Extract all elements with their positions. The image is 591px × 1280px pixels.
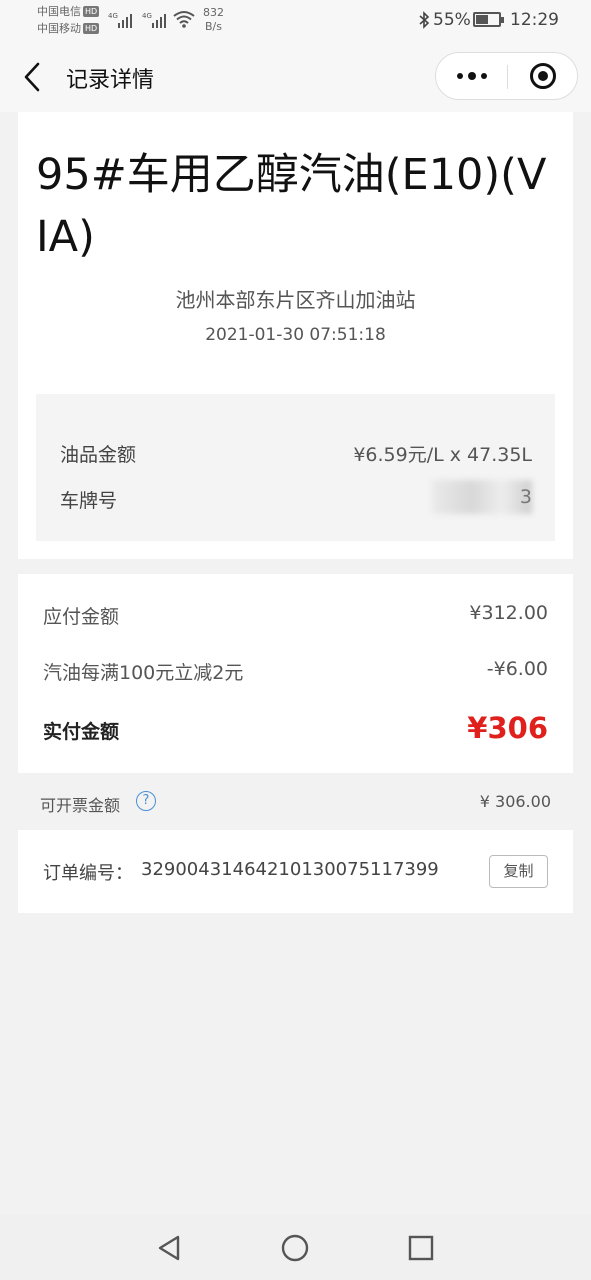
station-name: 池州本部东片区齐山加油站	[175, 288, 416, 312]
circle-home-icon[interactable]	[280, 1233, 310, 1263]
bluetooth-icon	[419, 11, 430, 29]
plate-label: 车牌号	[60, 490, 118, 512]
wifi-icon	[173, 11, 195, 28]
carrier-telecom-label: 中国电信	[37, 5, 81, 18]
net-speed: 832 B/s	[203, 6, 224, 34]
paid-value: ¥306	[467, 711, 548, 745]
signal-icon: 4G	[108, 10, 136, 28]
fuel-amount-value: ¥6.59元/L x 47.35L	[353, 444, 532, 466]
invoice-value: ¥ 306.00	[479, 792, 551, 811]
invoice-label: 可开票金额	[40, 796, 121, 815]
net-speed-unit: B/s	[205, 20, 222, 33]
payment-card: 应付金额 ¥312.00 汽油每满100元立减2元 -¥6.00 实付金额 ¥3…	[18, 574, 573, 773]
signal-type-label: 4G	[142, 12, 152, 20]
carrier-mobile-label: 中国移动	[37, 22, 81, 35]
signal-type-label: 4G	[108, 12, 118, 20]
page-title: 记录详情	[66, 68, 155, 93]
fuel-amount-label: 油品金额	[60, 444, 137, 466]
hd-badge: HD	[83, 23, 100, 34]
net-speed-value: 832	[203, 6, 224, 19]
chevron-left-icon[interactable]	[18, 60, 48, 94]
battery-fill	[476, 15, 488, 24]
target-close-icon[interactable]	[508, 53, 578, 99]
payable-row: 应付金额 ¥312.00	[43, 602, 548, 632]
plate-blurred	[432, 480, 532, 514]
discount-value: -¥6.00	[486, 658, 548, 680]
triangle-back-icon[interactable]	[154, 1233, 184, 1263]
signal-icon: 4G	[142, 10, 170, 28]
battery-percent: 55%	[433, 10, 471, 30]
square-recent-icon[interactable]	[406, 1233, 436, 1263]
record-datetime: 2021-01-30 07:51:18	[205, 325, 386, 345]
battery-icon	[473, 12, 504, 27]
carrier-mobile: 中国移动 HD	[37, 22, 100, 35]
discount-label: 汽油每满100元立减2元	[43, 662, 244, 684]
order-card: 订单编号： 32900431464210130075117399 复制	[18, 830, 573, 913]
copy-button[interactable]: 复制	[489, 855, 548, 888]
status-time: 12:29	[510, 10, 559, 30]
payable-value: ¥312.00	[469, 602, 548, 624]
payable-label: 应付金额	[43, 606, 120, 628]
nav-bar: 记录详情	[0, 40, 591, 112]
battery-tip	[501, 17, 504, 23]
order-number-label: 订单编号：	[43, 863, 133, 884]
plate-value: 3	[519, 486, 532, 508]
fuel-amount-row: 油品金额 ¥6.59元/L x 47.35L	[60, 440, 532, 470]
paid-label: 实付金额	[43, 721, 120, 743]
plate-row: 车牌号 3	[60, 480, 532, 516]
mini-program-capsule	[435, 52, 578, 100]
record-card: 95#车用乙醇汽油(E10)(VIA) 池州本部东片区齐山加油站 2021-01…	[18, 112, 573, 559]
system-nav-bar	[0, 1215, 591, 1280]
question-circle-icon[interactable]: ?	[136, 791, 156, 811]
discount-row: 汽油每满100元立减2元 -¥6.00	[43, 658, 548, 688]
invoice-row: 可开票金额 ? ¥ 306.00	[40, 790, 551, 816]
product-name: 95#车用乙醇汽油(E10)(VIA)	[36, 150, 547, 262]
carrier-telecom: 中国电信 HD	[37, 5, 100, 18]
more-dots-icon[interactable]	[436, 53, 507, 99]
status-bar: 中国电信 HD 中国移动 HD 4G 4G 832 B/s 55% 12:29	[0, 0, 591, 40]
order-number-value: 32900431464210130075117399	[141, 859, 439, 880]
paid-row: 实付金额 ¥306	[43, 711, 548, 747]
hd-badge: HD	[83, 6, 100, 17]
detail-box: 油品金额 ¥6.59元/L x 47.35L 车牌号 3	[36, 394, 555, 541]
